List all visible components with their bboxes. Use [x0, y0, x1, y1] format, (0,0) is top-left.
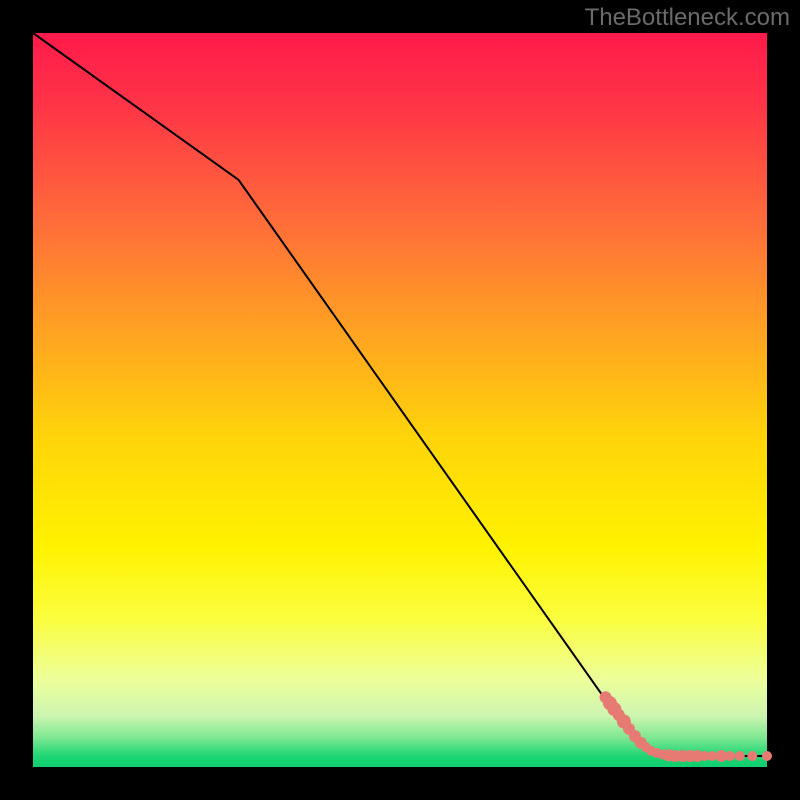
watermark-text: TheBottleneck.com — [585, 4, 790, 32]
data-point — [707, 751, 717, 761]
gradient-background — [33, 33, 767, 767]
data-point — [735, 751, 745, 761]
data-point — [762, 751, 772, 761]
data-point — [725, 751, 735, 761]
data-point — [747, 751, 757, 761]
chart-svg — [0, 0, 800, 800]
chart-container: TheBottleneck.com — [0, 0, 800, 800]
